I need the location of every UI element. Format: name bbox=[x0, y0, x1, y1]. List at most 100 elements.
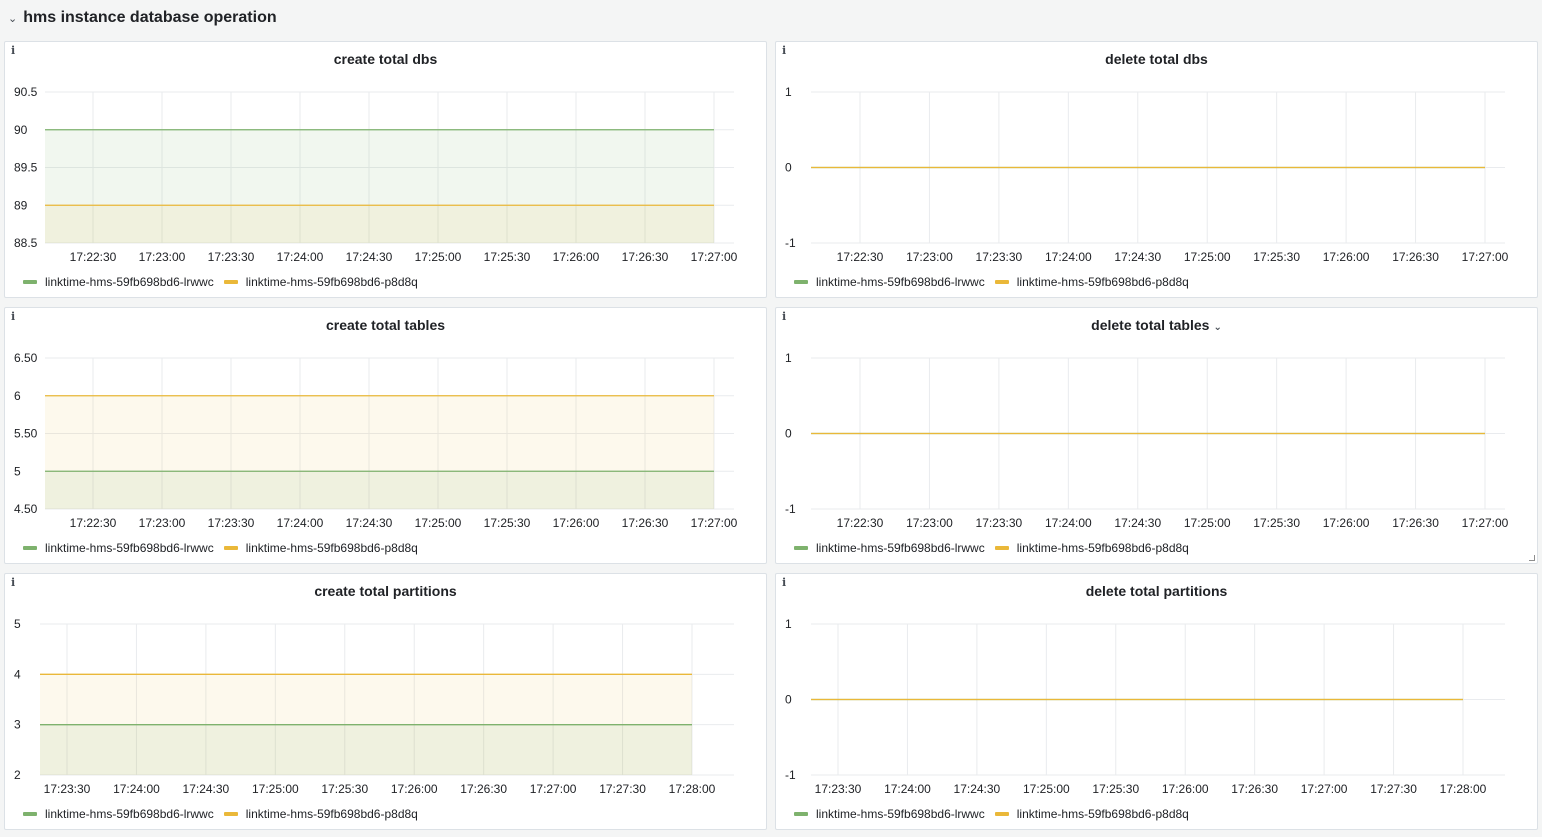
y-tick-label: 90.5 bbox=[14, 85, 38, 99]
y-tick-label: 4 bbox=[14, 667, 21, 681]
y-tick-label: 4.50 bbox=[14, 502, 38, 516]
legend-item[interactable]: linktime-hms-59fb698bd6-lrwwc bbox=[23, 275, 214, 289]
x-tick-label: 17:26:00 bbox=[553, 250, 600, 264]
legend: linktime-hms-59fb698bd6-lrwwc linktime-hm… bbox=[23, 275, 428, 289]
legend-swatch bbox=[223, 280, 238, 284]
chart-svg: 88.5 89 89.5 90 90.5 17:22:30 17:23:00 17:23:30… bbox=[14, 85, 738, 264]
panel-create-total-tables: i create total tables 4.50 5 5.50 6 6.50 17:22:… bbox=[4, 307, 767, 564]
legend-item[interactable]: linktime-hms-59fb698bd6-p8d8q bbox=[994, 275, 1189, 289]
resize-handle[interactable] bbox=[1529, 555, 1535, 561]
y-tick-label: 5.50 bbox=[14, 427, 38, 441]
x-tick-label: 17:27:30 bbox=[599, 782, 646, 796]
x-tick-label: 17:24:00 bbox=[113, 782, 160, 796]
y-tick-label: 0 bbox=[785, 427, 792, 441]
x-tick-label: 17:26:00 bbox=[391, 782, 438, 796]
x-tick-label: 17:25:30 bbox=[484, 516, 531, 530]
legend-label: linktime-hms-59fb698bd6-lrwwc bbox=[816, 807, 985, 821]
x-tick-label: 17:25:30 bbox=[321, 782, 368, 796]
x-tick-label: 17:23:00 bbox=[906, 250, 953, 264]
x-tick-label: 17:26:30 bbox=[1231, 782, 1278, 796]
legend-item[interactable]: linktime-hms-59fb698bd6-lrwwc bbox=[794, 807, 985, 821]
y-tick-label: 1 bbox=[785, 351, 792, 365]
chart-svg: -1 0 1 17:22:30 17:23:00 17:23:30 17:24:00 17:2… bbox=[785, 85, 1509, 264]
x-tick-label: 17:24:00 bbox=[1045, 516, 1092, 530]
x-tick-label: 17:27:00 bbox=[1462, 516, 1509, 530]
row-header[interactable]: ⌄ hms instance database operation bbox=[0, 0, 1542, 36]
legend-label: linktime-hms-59fb698bd6-p8d8q bbox=[1016, 275, 1189, 289]
y-tick-label: 90 bbox=[14, 123, 28, 137]
x-tick-label: 17:23:30 bbox=[44, 782, 91, 796]
legend-item[interactable]: linktime-hms-59fb698bd6-lrwwc bbox=[23, 807, 214, 821]
row-title: hms instance database operation bbox=[23, 9, 277, 26]
x-tick-label: 17:25:00 bbox=[1184, 250, 1231, 264]
legend: linktime-hms-59fb698bd6-lrwwc linktime-hm… bbox=[23, 541, 428, 555]
legend-item[interactable]: linktime-hms-59fb698bd6-p8d8q bbox=[994, 541, 1189, 555]
legend-swatch bbox=[994, 546, 1009, 550]
x-tick-label: 17:22:30 bbox=[70, 516, 117, 530]
legend-item[interactable]: linktime-hms-59fb698bd6-p8d8q bbox=[223, 275, 418, 289]
x-tick-label: 17:25:30 bbox=[1253, 516, 1300, 530]
x-tick-label: 17:23:30 bbox=[208, 250, 255, 264]
legend-item[interactable]: linktime-hms-59fb698bd6-p8d8q bbox=[223, 807, 418, 821]
x-tick-label: 17:27:00 bbox=[530, 782, 577, 796]
x-tick-label: 17:24:00 bbox=[277, 516, 324, 530]
x-tick-label: 17:23:30 bbox=[208, 516, 255, 530]
x-tick-label: 17:23:30 bbox=[815, 782, 862, 796]
x-tick-label: 17:26:30 bbox=[622, 250, 669, 264]
x-tick-label: 17:22:30 bbox=[70, 250, 117, 264]
x-tick-label: 17:25:00 bbox=[1023, 782, 1070, 796]
series-area bbox=[45, 471, 714, 509]
y-tick-label: -1 bbox=[785, 502, 796, 516]
x-tick-label: 17:22:30 bbox=[837, 516, 884, 530]
x-tick-label: 17:25:00 bbox=[415, 250, 462, 264]
legend-swatch bbox=[794, 280, 808, 284]
x-tick-label: 17:24:30 bbox=[1114, 516, 1161, 530]
x-tick-label: 17:24:30 bbox=[346, 516, 393, 530]
legend: linktime-hms-59fb698bd6-lrwwc linktime-hm… bbox=[794, 807, 1199, 821]
legend: linktime-hms-59fb698bd6-lrwwc linktime-hm… bbox=[794, 275, 1199, 289]
y-tick-label: 6.50 bbox=[14, 351, 38, 365]
legend-item[interactable]: linktime-hms-59fb698bd6-p8d8q bbox=[994, 807, 1189, 821]
x-tick-label: 17:27:30 bbox=[1370, 782, 1417, 796]
legend-item[interactable]: linktime-hms-59fb698bd6-lrwwc bbox=[23, 541, 214, 555]
y-tick-label: 1 bbox=[785, 85, 792, 99]
y-tick-label: 2 bbox=[14, 768, 21, 782]
legend-item[interactable]: linktime-hms-59fb698bd6-p8d8q bbox=[223, 541, 418, 555]
x-tick-label: 17:25:30 bbox=[484, 250, 531, 264]
x-tick-label: 17:25:00 bbox=[1184, 516, 1231, 530]
chart-svg: 4.50 5 5.50 6 6.50 17:22:30 17:23:00 17:23:30 17… bbox=[14, 351, 738, 530]
legend: linktime-hms-59fb698bd6-lrwwc linktime-hm… bbox=[794, 541, 1199, 555]
x-tick-label: 17:26:00 bbox=[553, 516, 600, 530]
legend-swatch bbox=[994, 812, 1009, 816]
x-tick-label: 17:27:00 bbox=[691, 516, 738, 530]
legend-label: linktime-hms-59fb698bd6-lrwwc bbox=[45, 275, 214, 289]
y-tick-label: 89.5 bbox=[14, 161, 38, 175]
y-tick-label: 5 bbox=[14, 617, 21, 631]
series-area bbox=[45, 205, 714, 243]
chart-svg: 2 3 4 5 17:23:30 17:24:00 17:24:30 17:25:00 17:2… bbox=[14, 617, 734, 796]
legend-label: linktime-hms-59fb698bd6-p8d8q bbox=[245, 807, 418, 821]
legend-swatch bbox=[23, 280, 37, 284]
legend-item[interactable]: linktime-hms-59fb698bd6-lrwwc bbox=[794, 541, 985, 555]
x-tick-label: 17:24:00 bbox=[277, 250, 324, 264]
x-tick-label: 17:26:30 bbox=[1392, 516, 1439, 530]
x-tick-label: 17:28:00 bbox=[1440, 782, 1487, 796]
legend-label: linktime-hms-59fb698bd6-lrwwc bbox=[45, 807, 214, 821]
chart-svg: -1 0 1 17:23:30 17:24:00 17:24:30 17:25:00 17:2… bbox=[785, 617, 1505, 796]
x-tick-label: 17:26:30 bbox=[460, 782, 507, 796]
x-tick-label: 17:24:30 bbox=[183, 782, 230, 796]
y-tick-label: -1 bbox=[785, 768, 796, 782]
y-tick-label: 88.5 bbox=[14, 236, 38, 250]
chevron-down-icon: ⌄ bbox=[8, 11, 18, 25]
legend-label: linktime-hms-59fb698bd6-p8d8q bbox=[245, 275, 418, 289]
x-tick-label: 17:25:00 bbox=[415, 516, 462, 530]
y-tick-label: 0 bbox=[785, 161, 792, 175]
legend-swatch bbox=[223, 812, 238, 816]
legend-label: linktime-hms-59fb698bd6-p8d8q bbox=[1016, 541, 1189, 555]
y-tick-label: 1 bbox=[785, 617, 792, 631]
y-tick-label: 6 bbox=[14, 389, 21, 403]
x-tick-label: 17:23:30 bbox=[976, 250, 1023, 264]
legend-item[interactable]: linktime-hms-59fb698bd6-lrwwc bbox=[794, 275, 985, 289]
y-tick-label: -1 bbox=[785, 236, 796, 250]
x-tick-label: 17:25:30 bbox=[1253, 250, 1300, 264]
